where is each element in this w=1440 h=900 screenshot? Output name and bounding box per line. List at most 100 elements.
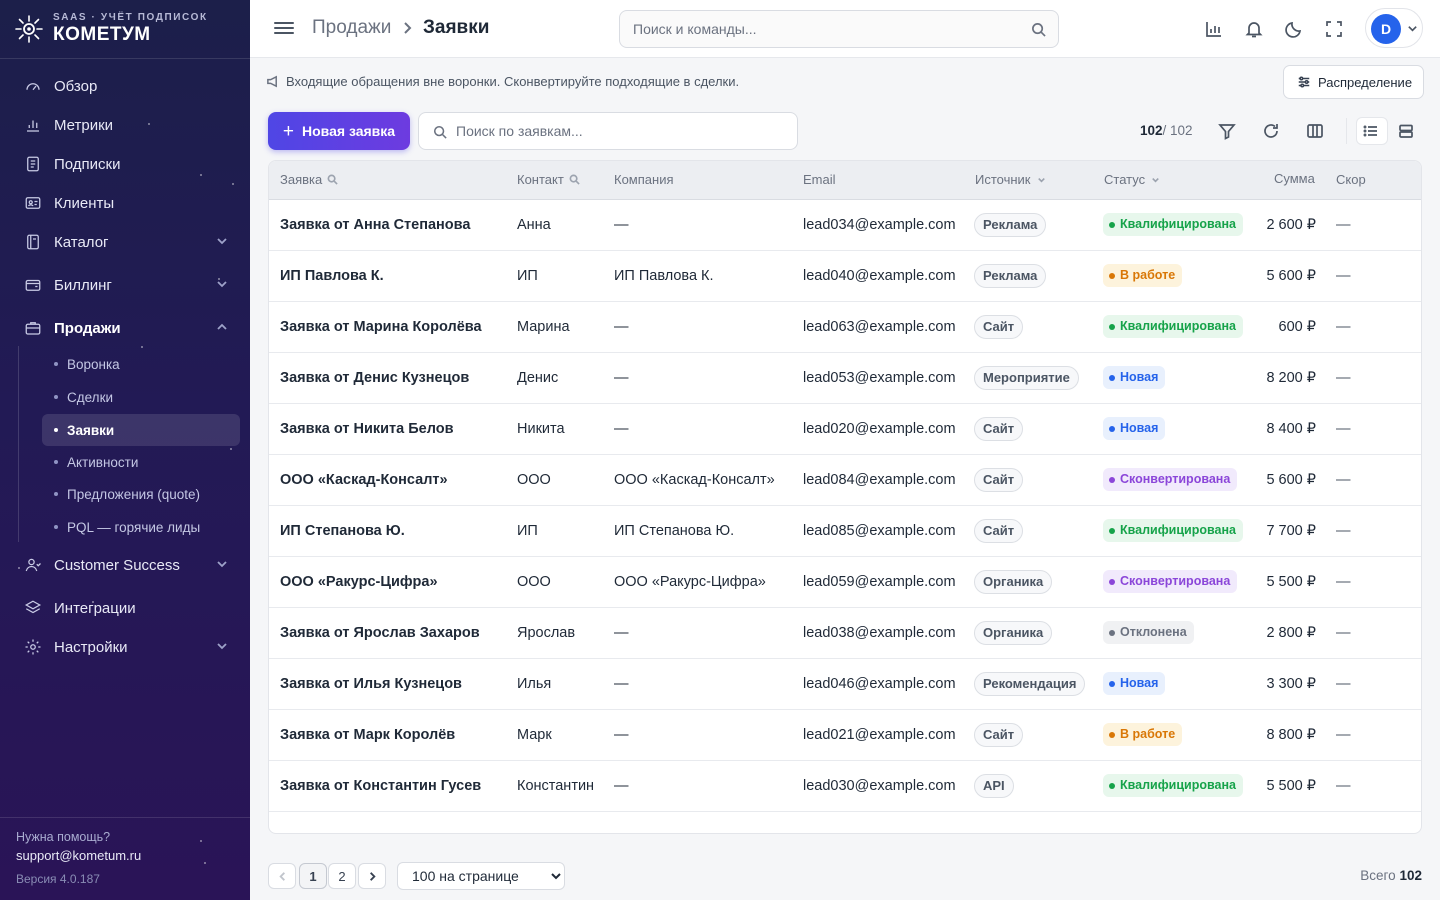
lead-email: lead053@example.com <box>803 370 956 386</box>
page-button-1[interactable]: 1 <box>299 863 327 889</box>
sidebar-subitem-pql[interactable]: PQL — горячие лиды <box>42 511 240 543</box>
new-lead-button[interactable]: + Новая заявка <box>268 112 410 150</box>
table-row[interactable]: ООО «Каскад-Консалт» ООО ООО «Каскад-Конса… <box>269 455 1421 506</box>
status-label: Квалифицирована <box>1120 319 1236 333</box>
table-row[interactable]: ИП Степанова Ю. ИП ИП Степанова Ю. lead085@… <box>269 506 1421 557</box>
sidebar-subitem-quotes[interactable]: Предложения (quote) <box>42 478 240 510</box>
search-icon[interactable] <box>327 174 338 185</box>
sliders-icon <box>1298 76 1310 88</box>
lead-title: ИП Степанова Ю. <box>280 523 405 539</box>
sidebar-item-integrations[interactable]: Интеграции <box>16 591 242 625</box>
source-badge: API <box>974 774 1014 798</box>
filter-icon[interactable] <box>1218 122 1236 140</box>
source-badge: Сайт <box>974 417 1024 441</box>
column-label: Источник <box>975 172 1031 187</box>
sidebar-item-billing[interactable]: Биллинг <box>16 268 242 302</box>
support-email-link[interactable]: support@kometum.ru <box>16 848 141 863</box>
column-header-contact[interactable]: Контакт <box>517 172 580 187</box>
search-icon[interactable] <box>1031 22 1046 37</box>
breadcrumb-parent[interactable]: Продажи <box>312 17 391 39</box>
users-icon <box>25 558 41 572</box>
sidebar-item-clients[interactable]: Клиенты <box>16 186 242 220</box>
sidebar-item-metrics[interactable]: Метрики <box>16 108 242 142</box>
sidebar-item-overview[interactable]: Обзор <box>16 69 242 103</box>
chevron-right-icon <box>369 871 376 881</box>
table-row[interactable]: Заявка от Денис Кузнецов Денис — lead053@ex… <box>269 353 1421 404</box>
table-row[interactable]: Заявка от Анна Степанова Анна — lead034@exa… <box>269 200 1421 251</box>
sidebar-item-label: Клиенты <box>54 194 115 212</box>
global-search-input[interactable] <box>620 11 1000 47</box>
plus-icon: + <box>282 120 295 142</box>
table-row[interactable]: Заявка от Марк Королёв Марк — lead021@examp… <box>269 710 1421 761</box>
table-row[interactable]: Заявка от Марина Королёва Марина — lead063@… <box>269 302 1421 353</box>
lead-contact: Марина <box>517 319 570 335</box>
user-menu[interactable]: D <box>1365 8 1423 48</box>
table-row[interactable]: Заявка от Никита Белов Никита — lead020@exa… <box>269 404 1421 455</box>
search-icon[interactable] <box>569 174 580 185</box>
brand[interactable]: SAAS · УЧЁТ ПОДПИСОК КОМЕТУМ <box>14 11 208 47</box>
sidebar-subitem-leads[interactable]: Заявки <box>42 414 240 446</box>
lead-email: lead034@example.com <box>803 217 956 233</box>
sidebar-divider <box>0 58 250 59</box>
column-header-email[interactable]: Email <box>803 172 836 187</box>
lead-search-input[interactable] <box>456 113 786 149</box>
source-badge: Реклама <box>974 213 1047 237</box>
lead-company: — <box>614 625 629 641</box>
list-view-icon[interactable] <box>1363 123 1379 139</box>
bar-chart-icon <box>27 120 39 132</box>
search-icon <box>433 125 447 139</box>
analytics-icon[interactable] <box>1204 19 1224 39</box>
table-row[interactable]: ИП Павлова К. ИП ИП Павлова К. lead040@exam… <box>269 251 1421 302</box>
previous-page-button[interactable] <box>268 863 296 889</box>
lead-title: Заявка от Анна Степанова <box>280 217 471 233</box>
avatar: D <box>1371 14 1401 44</box>
lead-score: — <box>1336 523 1351 539</box>
lead-contact: Денис <box>517 370 559 386</box>
lead-company: — <box>614 727 629 743</box>
sidebar-item-label: Customer Success <box>54 556 180 574</box>
distribution-button[interactable]: Распределение <box>1283 65 1424 99</box>
column-header-source[interactable]: Источник <box>975 172 1047 187</box>
compact-view-icon[interactable] <box>1398 123 1414 139</box>
lead-title: Заявка от Никита Белов <box>280 421 454 437</box>
sidebar-item-subscriptions[interactable]: Подписки <box>16 147 242 181</box>
table-row[interactable]: Заявка от Ярослав Захаров Ярослав — lead038… <box>269 608 1421 659</box>
sidebar-subitem-funnel[interactable]: Воронка <box>42 348 240 380</box>
sidebar-item-catalog[interactable]: Каталог <box>16 225 242 259</box>
sidebar-subitem-activities[interactable]: Активности <box>42 446 240 478</box>
page-size-select[interactable]: 100 на странице <box>397 862 565 890</box>
lead-title: ООО «Каскад-Консалт» <box>280 472 448 488</box>
columns-icon[interactable] <box>1306 122 1324 140</box>
column-header-amount[interactable]: Сумма <box>1274 171 1315 186</box>
sidebar-subitem-deals[interactable]: Сделки <box>42 381 240 413</box>
refresh-icon[interactable] <box>1262 122 1280 140</box>
sidebar-item-sales[interactable]: Продажи <box>16 311 242 345</box>
chevron-down-icon <box>217 561 227 568</box>
status-badge: Новая <box>1103 366 1166 389</box>
status-label: Новая <box>1120 421 1159 435</box>
chevron-down-icon <box>1152 177 1159 183</box>
menu-toggle-icon[interactable] <box>274 19 294 39</box>
column-header-lead[interactable]: Заявка <box>280 172 338 187</box>
column-header-score[interactable]: Скор <box>1336 172 1366 187</box>
page-button-2[interactable]: 2 <box>328 863 356 889</box>
lead-title: Заявка от Ярослав Захаров <box>280 625 480 641</box>
global-search <box>619 10 1059 48</box>
sidebar-item-label: Метрики <box>54 116 114 134</box>
table-row[interactable]: ООО «Ракурс-Цифра» ООО ООО «Ракурс-Цифра» l… <box>269 557 1421 608</box>
next-page-button[interactable] <box>358 863 386 889</box>
status-badge: Отклонена <box>1103 621 1194 644</box>
table-row[interactable]: Заявка от Илья Кузнецов Илья — lead046@exam… <box>269 659 1421 710</box>
sidebar-item-settings[interactable]: Настройки <box>16 630 242 664</box>
status-label: Отклонена <box>1120 625 1187 639</box>
column-header-company[interactable]: Компания <box>614 172 674 187</box>
sidebar-item-label: Настройки <box>54 638 128 656</box>
bell-icon[interactable] <box>1244 19 1264 39</box>
column-header-status[interactable]: Статус <box>1104 172 1161 187</box>
sidebar-item-customer-success[interactable]: Customer Success <box>16 548 242 582</box>
lead-company: — <box>614 778 629 794</box>
moon-icon[interactable] <box>1284 19 1304 39</box>
fullscreen-icon[interactable] <box>1324 19 1344 39</box>
sidebar-item-label: Биллинг <box>54 276 112 294</box>
table-row[interactable]: Заявка от Константин Гусев Константин — lea… <box>269 761 1421 812</box>
